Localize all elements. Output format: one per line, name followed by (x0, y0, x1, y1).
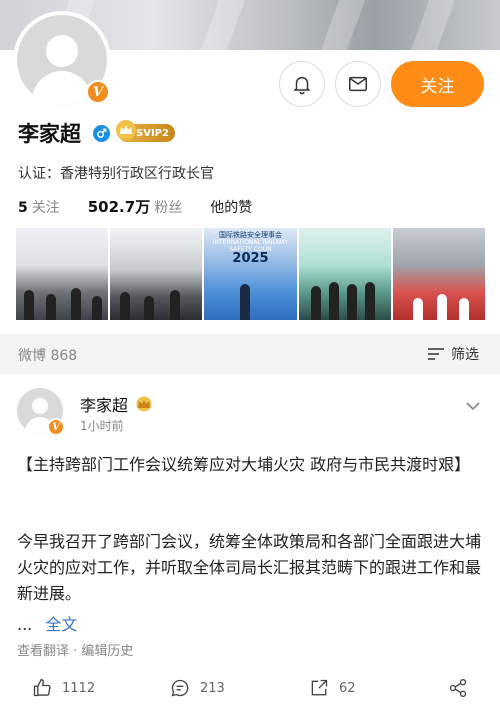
repost-icon (311, 679, 328, 696)
post-author-name[interactable]: 李家超 (80, 392, 128, 416)
filter-button[interactable]: 筛选 (427, 344, 479, 364)
like-button[interactable]: 1112 (32, 678, 95, 698)
weibo-count: 微博 868 (18, 348, 78, 364)
post-timestamp: 1小时前 (80, 419, 124, 433)
svip-badge[interactable]: SVIP2 (116, 120, 175, 142)
following-label: 关注 (31, 200, 60, 216)
photo-thumbnail[interactable] (16, 228, 109, 320)
post-ellipsis: ... (17, 615, 33, 634)
verified-badge-icon: V (47, 418, 65, 436)
crown-icon (116, 120, 136, 140)
crown-icon (136, 396, 152, 412)
message-icon (349, 76, 367, 92)
photo-year: 2025 (232, 251, 269, 266)
like-count: 1112 (62, 680, 96, 696)
post-more-button[interactable] (465, 396, 481, 415)
likes-stat[interactable]: 他的赞 (210, 197, 252, 217)
photo-thumbnail[interactable] (110, 228, 203, 320)
post-body: 今早我召开了跨部门会议，统筹全体政策局和各部门全面跟进大埔火灾的应对工作，并听取… (17, 532, 482, 603)
likes-label: 他的赞 (210, 200, 253, 216)
following-count: 5 (18, 200, 28, 216)
post-title: 【主持跨部门工作会议统筹应对大埔火灾 政府与市民共渡时艰】 (17, 455, 471, 474)
follow-button[interactable]: 关注 (391, 61, 484, 107)
bell-icon (293, 76, 311, 95)
thumbs-up-icon (33, 678, 51, 697)
full-text-link[interactable]: 全文 (45, 615, 77, 634)
profile-name: 李家超 (18, 122, 81, 146)
post-action-bar: 1112 213 62 (0, 676, 500, 706)
photo-strip: 国际铁路安全理事会 INTERNATIONAL RAILWAY SAFETY C… (16, 228, 486, 320)
followers-label: 粉丝 (154, 200, 183, 216)
photo-thumbnail[interactable]: 国际铁路安全理事会 INTERNATIONAL RAILWAY SAFETY C… (204, 228, 297, 320)
photo-thumbnail[interactable] (392, 228, 486, 320)
following-stat[interactable]: 5 关注 (18, 197, 60, 217)
verified-badge-icon: V (86, 80, 110, 104)
chevron-down-icon (466, 402, 480, 411)
translate-history-link[interactable]: 查看翻译 · 编辑历史 (17, 640, 133, 659)
notification-bell-button[interactable] (279, 61, 325, 107)
male-gender-icon (93, 124, 110, 142)
verification-text: 认证：香港特别行政区行政长官 (18, 166, 214, 182)
followers-stat[interactable]: 502.7万 粉丝 (88, 196, 182, 217)
share-button[interactable] (448, 678, 478, 698)
comment-icon (171, 679, 189, 697)
followers-count: 502.7万 (87, 198, 151, 216)
comment-button[interactable]: 213 (170, 678, 225, 698)
share-icon (449, 679, 467, 697)
photo-thumbnail[interactable] (298, 228, 391, 320)
filter-icon (428, 348, 444, 360)
repost-count: 62 (339, 680, 356, 696)
message-button[interactable] (335, 61, 381, 107)
repost-button[interactable]: 62 (309, 678, 356, 698)
svip-level-label: SVIP2 (136, 127, 169, 139)
filter-label: 筛选 (451, 347, 479, 363)
comment-count: 213 (200, 680, 225, 696)
